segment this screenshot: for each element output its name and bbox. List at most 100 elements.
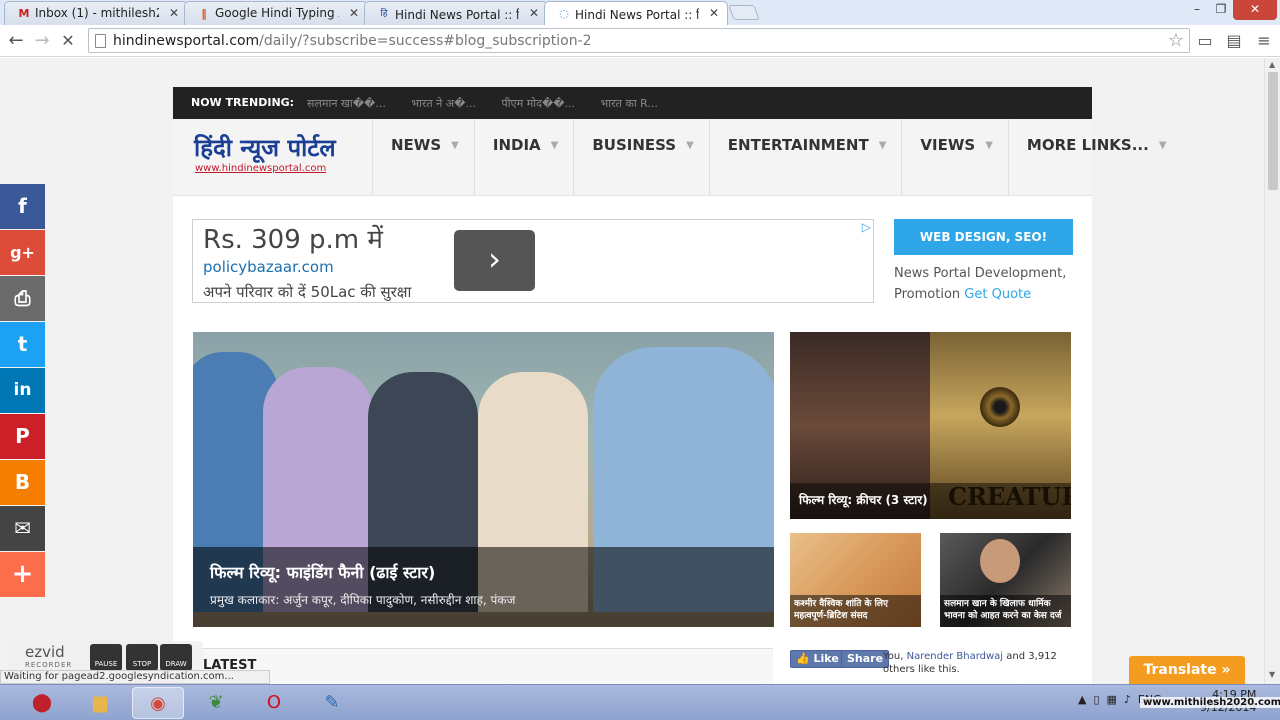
app-icon[interactable]: ❦ [190, 687, 242, 719]
fb-like-button[interactable]: 👍 Like [790, 650, 845, 668]
chrome-icon[interactable]: ◉ [132, 687, 184, 719]
browser-tab-strip: M Inbox (1) - mithilesh2020@ ✕ ‖ Google … [0, 0, 1280, 25]
side-caption: सलमान खान के खिलाफ धार्मिक भावना को आहत … [940, 595, 1071, 627]
caret-down-icon: ▼ [686, 140, 694, 151]
forward-arrow-icon[interactable]: → [30, 29, 54, 53]
facebook-icon[interactable]: f [0, 184, 45, 229]
web-design-button[interactable]: WEB DESIGN, SEO! [894, 219, 1073, 255]
nav-entertainment[interactable]: ENTERTAINMENT ▼ [708, 119, 902, 196]
tab-close-icon[interactable]: ✕ [709, 6, 719, 20]
tab-close-icon[interactable]: ✕ [169, 6, 179, 20]
nav-india[interactable]: INDIA ▼ [473, 119, 573, 196]
tab-hindi-news-1[interactable]: हि Hindi News Portal :: हिन्दी ✕ [364, 1, 548, 25]
side-caption: फिल्म रिव्यू: क्रीचर (3 स्टार) [790, 483, 1071, 519]
extension-icon[interactable]: ▤ [1223, 30, 1245, 52]
translate-button[interactable]: Translate » [1129, 656, 1245, 684]
nav-news[interactable]: NEWS ▼ [372, 119, 474, 196]
side-article-kashmir[interactable]: कश्मीर वैश्विक शांति के लिए महत्वपूर्ण-ब… [790, 533, 921, 627]
hero-subtitle: प्रमुख कलाकार: अर्जुन कपूर, दीपिका पादुक… [210, 593, 516, 607]
caret-down-icon: ▼ [878, 140, 887, 151]
nav-label: MORE LINKS... [1026, 136, 1149, 154]
side-article-salman[interactable]: सलमान खान के खिलाफ धार्मिक भावना को आहत … [940, 533, 1071, 627]
more-icon[interactable]: + [0, 552, 45, 597]
opera-icon[interactable]: O [248, 687, 300, 719]
folder-icon[interactable]: ▆ [74, 687, 126, 719]
ezvid-logo: ezvid [25, 643, 65, 661]
site-icon: हि [380, 9, 388, 19]
scroll-up-icon[interactable]: ▲ [1269, 60, 1275, 69]
menu-icon[interactable]: ≡ [1253, 30, 1275, 52]
ad-description: अपने परिवार को दें 50Lac की सुरक्षा [203, 283, 412, 301]
cast-icon[interactable]: ▭ [1194, 30, 1216, 52]
status-bar: Waiting for pagead2.googlesyndication.co… [0, 670, 270, 684]
site-logo[interactable]: हिंदी न्यूज पोर्टल www.hindinewsportal.c… [194, 133, 336, 174]
start-icon[interactable]: ⬤ [16, 687, 68, 719]
site-header: हिंदी न्यूज पोर्टल www.hindinewsportal.c… [173, 119, 1167, 196]
stop-button[interactable]: STOP [126, 644, 158, 671]
caret-down-icon: ▼ [1158, 140, 1167, 151]
print-icon[interactable]: ⎙ [0, 276, 45, 321]
scroll-thumb[interactable] [1268, 72, 1278, 190]
google-plus-icon[interactable]: g+ [0, 230, 45, 275]
pause-button[interactable]: PAUSE [90, 644, 122, 671]
scroll-down-icon[interactable]: ▼ [1269, 670, 1275, 679]
blogger-icon: ‖ [201, 7, 207, 20]
nav-label: BUSINESS [592, 136, 677, 154]
window-close-icon[interactable]: ✕ [1233, 0, 1277, 20]
twitter-icon[interactable]: t [0, 322, 45, 367]
blogger-icon[interactable]: B [0, 460, 45, 505]
ad-price: Rs. 309 p.m में [203, 225, 383, 255]
trending-item[interactable]: सलमान खा��... [307, 97, 386, 110]
pinterest-icon[interactable]: P [0, 414, 45, 459]
new-tab-button[interactable] [728, 5, 760, 20]
email-icon[interactable]: ✉ [0, 506, 45, 551]
caret-down-icon: ▼ [985, 140, 993, 151]
face-shape [980, 539, 1020, 583]
stop-loading-icon[interactable]: ✕ [56, 29, 80, 53]
hero-title[interactable]: फिल्म रिव्यू: फाइंडिंग फैनी (ढाई स्टार) [210, 561, 757, 583]
site-container: NOW TRENDING: सलमान खा��... भारत ने अ�..… [173, 87, 1167, 684]
fb-share-button[interactable]: Share [841, 650, 890, 668]
tool-icon[interactable]: ✎ [306, 687, 358, 719]
page-viewport: NOW TRENDING: सलमान खा��... भारत ने अ�..… [0, 58, 1264, 684]
tab-close-icon[interactable]: ✕ [529, 6, 539, 20]
logo-text: हिंदी न्यूज पोर्टल [194, 133, 336, 162]
adchoices-icon[interactable]: ▷ [862, 220, 871, 234]
back-arrow-icon[interactable]: ← [4, 29, 28, 53]
nav-label: NEWS [391, 136, 442, 154]
get-quote-link[interactable]: Get Quote [964, 287, 1031, 302]
trending-item[interactable]: भारत का R... [601, 97, 658, 110]
minimize-icon[interactable]: – [1184, 0, 1210, 20]
fb-friend-name[interactable]: Narender Bhardwaj [907, 651, 1003, 662]
tab-title: Hindi News Portal :: हिन्दी [575, 8, 699, 22]
trending-item[interactable]: भारत ने अ�... [411, 97, 476, 110]
nav-more-links[interactable]: MORE LINKS... ▼ [1007, 119, 1182, 196]
nav-views[interactable]: VIEWS ▼ [901, 119, 1008, 196]
page-icon [95, 34, 106, 48]
draw-button[interactable]: DRAW [160, 644, 192, 671]
loading-icon: ◌ [559, 7, 569, 20]
tab-gmail[interactable]: M Inbox (1) - mithilesh2020@ ✕ [4, 1, 188, 25]
nav-business[interactable]: BUSINESS ▼ [573, 119, 708, 196]
logo-url[interactable]: www.hindinewsportal.com [195, 163, 336, 174]
trending-item[interactable]: पीएम मोद��... [501, 97, 575, 110]
eye-shape [980, 387, 1020, 427]
url-text: hindinewsportal.com/daily/?subscribe=suc… [113, 33, 592, 49]
hero-article[interactable]: फिल्म रिव्यू: फाइंडिंग फैनी (ढाई स्टार) … [193, 332, 774, 627]
side-caption: कश्मीर वैश्विक शांति के लिए महत्वपूर्ण-ब… [790, 595, 921, 627]
ad-go-button[interactable]: › [454, 230, 535, 291]
restore-icon[interactable]: ❐ [1208, 0, 1234, 20]
address-bar[interactable]: hindinewsportal.com/daily/?subscribe=suc… [88, 28, 1190, 53]
ad-banner[interactable]: Rs. 309 p.m में policybazaar.com अपने पर… [192, 219, 874, 303]
page-scrollbar[interactable]: ▲ ▼ [1264, 58, 1280, 684]
ad-domain[interactable]: policybazaar.com [203, 258, 334, 276]
linkedin-icon[interactable]: in [0, 368, 45, 413]
fb-you: You, [883, 651, 904, 662]
tab-hindi-news-active[interactable]: ◌ Hindi News Portal :: हिन्दी ✕ [544, 1, 728, 25]
tab-hindi-typing[interactable]: ‖ Google Hindi Typing API ✕ [184, 1, 368, 25]
tab-close-icon[interactable]: ✕ [349, 6, 359, 20]
trending-bar: NOW TRENDING: सलमान खा��... भारत ने अ�..… [173, 87, 1092, 119]
fb-like-text: You, Narender Bhardwaj and 3,912 others … [883, 650, 1073, 676]
side-article-creature[interactable]: CREATURE फिल्म रिव्यू: क्रीचर (3 स्टार) [790, 332, 1071, 519]
bookmark-star-icon[interactable]: ☆ [1168, 30, 1184, 51]
